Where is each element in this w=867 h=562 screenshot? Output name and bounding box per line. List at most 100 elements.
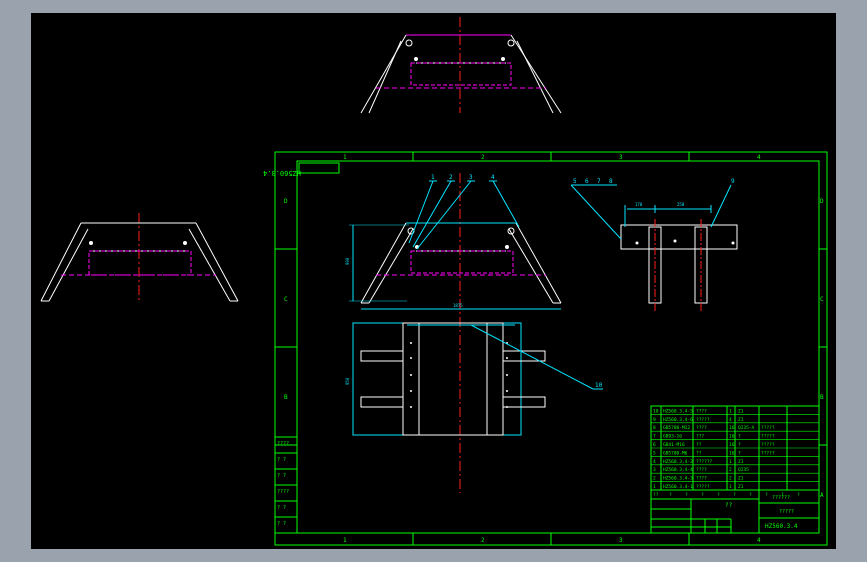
column-label-bottom-3: 3 <box>619 537 623 544</box>
bom-cell-mat: Q235 <box>738 467 749 473</box>
bom-cell-no: 9 <box>653 417 656 423</box>
dimension-side-left: 170 <box>635 202 643 207</box>
column-label-top-2: 2 <box>481 154 485 161</box>
column-label-top-4: 4 <box>757 154 761 161</box>
callout-8: 8 <box>609 178 613 185</box>
title-company: ?????? <box>772 495 790 501</box>
bom-header-cell: ? <box>717 492 720 498</box>
bom-cell-code: GB41-M16 <box>663 442 685 448</box>
bom-cell-name: ???? <box>696 408 707 414</box>
bom-cell-mat: ? <box>738 442 741 448</box>
callout-5: 5 <box>573 178 577 185</box>
bom-cell-code: HZ560.3.4-2 <box>663 459 693 465</box>
bom-cell-code: HZ560.3.4-6 <box>663 417 693 423</box>
bom-cell-name: ?? <box>696 442 702 448</box>
main-front-view <box>349 173 562 493</box>
drawing-frame <box>274 151 828 546</box>
plan-view <box>352 322 603 436</box>
bom-header-cell: ?? <box>653 492 659 498</box>
bom-cell-qty: 2 <box>729 467 732 473</box>
side-table-row-4: ???? <box>277 489 289 495</box>
row-label-right-d: D <box>820 198 824 205</box>
bom-cell-extra: ????? <box>761 434 775 440</box>
left-floating-view <box>40 213 239 303</box>
bom-cell-code: GB93-16 <box>663 434 682 440</box>
bom-cell-qty: 16 <box>729 442 735 448</box>
bom-cell-name: ???? <box>696 476 707 482</box>
bom-cell-mat: Z1 <box>738 484 744 490</box>
bom-cell-name: ?????? <box>696 459 713 465</box>
callout-4: 4 <box>491 174 495 181</box>
bom-cell-code: GB5780-M12 <box>663 425 690 431</box>
column-label-top-1: 1 <box>343 154 347 161</box>
side-table-row-5: ? ? <box>277 505 286 511</box>
column-label-bottom-4: 4 <box>757 537 761 544</box>
callout-3: 3 <box>469 174 473 181</box>
screenshot-stage: 1 2 3 4 1 2 3 4 D C B D C B A HZ560.3.4 <box>0 0 867 562</box>
bom-cell-name: ??? <box>696 434 704 440</box>
row-label-left-d: D <box>284 198 288 205</box>
bom-cell-code: HZ560.3.4-1 <box>663 484 693 490</box>
bom-cell-no: 2 <box>653 476 656 482</box>
side-table-row-3: ? ? <box>277 473 286 479</box>
bom-cell-no: 1 <box>653 484 656 490</box>
bom-cell-name: ?? <box>696 450 702 456</box>
bom-cell-name: ????? <box>696 484 710 490</box>
column-label-bottom-2: 2 <box>481 537 485 544</box>
bom-cell-extra: ????? <box>761 450 775 456</box>
bom-cell-code: HZ560.3.4-5 <box>663 408 693 414</box>
bom-cell-name: ???? <box>696 425 707 431</box>
dimension-plan-height: 950 <box>345 377 350 385</box>
row-label-left-c: C <box>284 296 288 303</box>
bom-cell-no: 3 <box>653 467 656 473</box>
bom-header-cell: ? <box>749 492 752 498</box>
cad-drawing-svg: 1 2 3 4 1 2 3 4 D C B D C B A HZ560.3.4 <box>40 17 828 546</box>
bom-cell-mat: Z1 <box>738 459 744 465</box>
side-view <box>570 184 738 313</box>
bom-cell-mat: ? <box>738 434 741 440</box>
bom-cell-name: ????? <box>696 417 710 423</box>
bom-cell-no: 10 <box>653 408 659 414</box>
dimension-side-right: 250 <box>677 202 685 207</box>
bom-cell-qty: 1 <box>729 408 732 414</box>
bom-cell-qty: 4 <box>729 417 732 423</box>
side-table-row-6: ? ? <box>277 521 286 527</box>
bom-header-cell: ? <box>797 492 800 498</box>
bom-header-cell: ? <box>701 492 704 498</box>
bom-cell-code: HZ560.3.4-3 <box>663 476 693 482</box>
title-name: ????? <box>779 509 794 515</box>
column-label-top-3: 3 <box>619 154 623 161</box>
bom-cell-no: 5 <box>653 450 656 456</box>
side-table-row-1: ???? <box>277 441 289 447</box>
bom-cell-no: 4 <box>653 459 656 465</box>
rotated-drawing-number-box: HZ560.3.4 <box>263 162 340 177</box>
callout-10: 10 <box>595 382 603 389</box>
bom-cell-extra: ????? <box>761 442 775 448</box>
row-label-right-b: B <box>820 394 824 401</box>
bom-cell-extra: ????? <box>761 425 775 431</box>
bom-header-cell: ? <box>765 492 768 498</box>
bom-cell-no: 7 <box>653 434 656 440</box>
column-label-bottom-1: 1 <box>343 537 347 544</box>
bom-cell-qty: 16 <box>729 450 735 456</box>
bom-cell-mat: Z1 <box>738 476 744 482</box>
title-drawing-number: HZ560.3.4 <box>765 523 798 530</box>
bom-cell-qty: 2 <box>729 476 732 482</box>
bom-header-cell: ? <box>733 492 736 498</box>
dimension-height: 990 <box>345 257 350 265</box>
bom-header-cell: ? <box>669 492 672 498</box>
left-side-table <box>274 436 298 534</box>
callout-1: 1 <box>431 174 435 181</box>
bom-cell-mat: ? <box>738 450 741 456</box>
bom-cell-name: ???? <box>696 467 707 473</box>
top-floating-view <box>360 17 562 114</box>
bom-cell-qty: 16 <box>729 425 735 431</box>
cad-drawing-canvas[interactable]: 1 2 3 4 1 2 3 4 D C B D C B A HZ560.3.4 <box>31 13 836 549</box>
bom-cell-mat: Q235-A <box>738 425 755 431</box>
callout-6: 6 <box>585 178 589 185</box>
bom-cell-qty: 1 <box>729 459 732 465</box>
callout-9: 9 <box>731 178 735 185</box>
row-label-right-a: A <box>820 492 824 499</box>
bom-cell-code: GB5780-M6 <box>663 450 688 456</box>
row-label-left-b: B <box>284 394 288 401</box>
